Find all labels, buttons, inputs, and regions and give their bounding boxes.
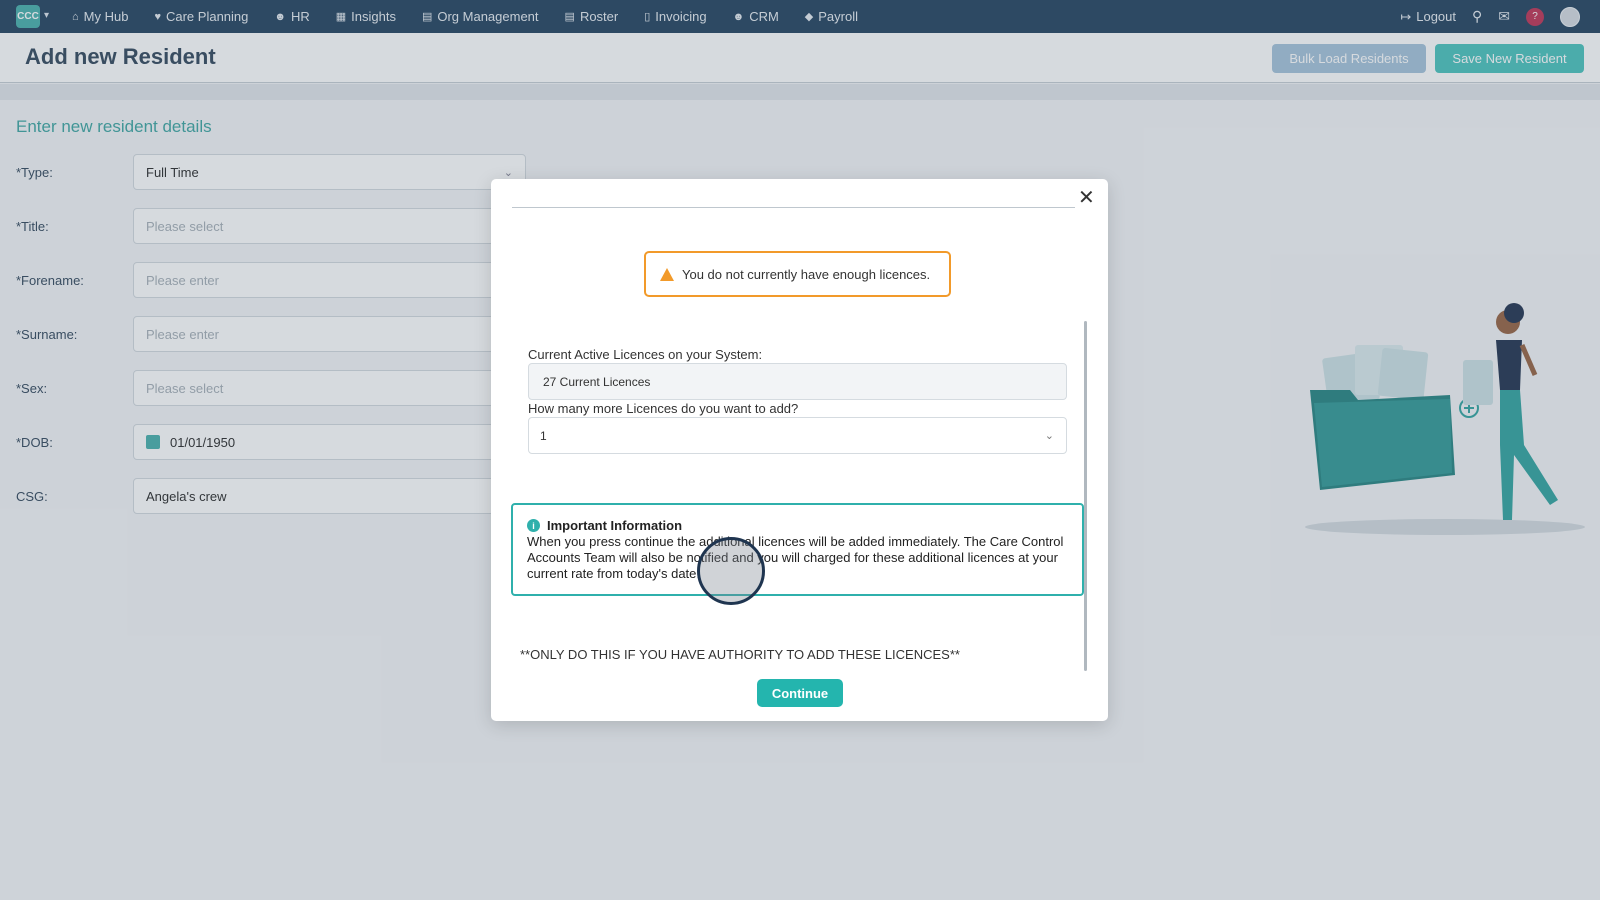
cursor-highlight: [697, 537, 765, 605]
current-licences-label: Current Active Licences on your System:: [528, 347, 763, 362]
current-licences-value: 27 Current Licences: [543, 374, 651, 389]
warning-text: You do not currently have enough licence…: [682, 266, 931, 282]
important-info-box: i Important Information When you press c…: [511, 503, 1084, 596]
add-licences-label: How many more Licences do you want to ad…: [528, 401, 799, 416]
warning-icon: [660, 267, 674, 281]
info-title: Important Information: [547, 518, 683, 533]
authority-notice: **ONLY DO THIS IF YOU HAVE AUTHORITY TO …: [520, 647, 960, 662]
info-body: When you press continue the additional l…: [527, 534, 1064, 581]
modal-scrollbar[interactable]: [1084, 321, 1087, 671]
chevron-down-icon: ⌄: [1044, 430, 1054, 442]
add-licences-select[interactable]: 1 ⌄: [528, 417, 1067, 454]
modal-divider: [512, 207, 1075, 208]
info-heading: i Important Information: [527, 518, 1068, 533]
continue-button[interactable]: Continue: [757, 679, 843, 707]
licence-modal: ✕ You do not currently have enough licen…: [491, 179, 1108, 721]
close-icon[interactable]: ✕: [1078, 188, 1095, 208]
current-licences-field: 27 Current Licences: [528, 363, 1067, 400]
info-icon: i: [527, 519, 540, 532]
add-licences-value: 1: [540, 428, 547, 443]
licence-warning: You do not currently have enough licence…: [644, 251, 951, 297]
